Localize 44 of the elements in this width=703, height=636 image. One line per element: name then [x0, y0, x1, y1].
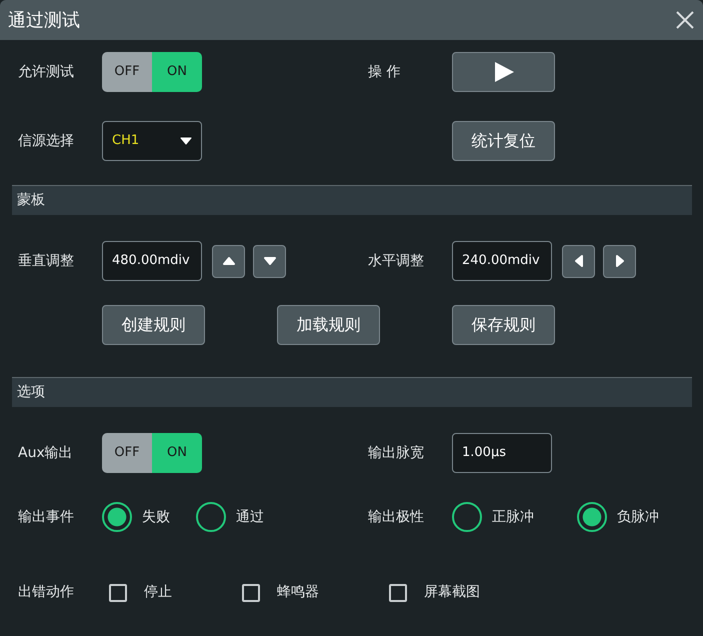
section-header: 蒙板: [12, 186, 692, 215]
field-label: 操 作: [368, 62, 400, 82]
field-label: 允许测试: [18, 62, 74, 82]
radio-label: 负脉冲: [617, 508, 659, 526]
radio-button[interactable]: [196, 502, 226, 532]
caret-icon: [180, 137, 192, 145]
checkbox[interactable]: [389, 584, 407, 602]
field-label: 输出脉宽: [368, 444, 424, 462]
field-label: 垂直调整: [18, 252, 74, 270]
radio-button[interactable]: [102, 502, 132, 532]
section-header: 选项: [12, 378, 692, 407]
field-label: 输出事件: [18, 508, 74, 526]
checkbox-label: 蜂鸣器: [277, 583, 319, 602]
close-button[interactable]: [675, 10, 695, 30]
radio-label: 失败: [142, 508, 170, 526]
play-icon: [492, 61, 514, 83]
rule-button[interactable]: 保存规则: [452, 305, 555, 345]
rule-button[interactable]: 加载规则: [277, 305, 380, 345]
reset-button[interactable]: 统计复位: [452, 121, 555, 161]
close-icon: [675, 10, 695, 30]
left-button[interactable]: [562, 244, 595, 278]
field-label: 输出极性: [368, 508, 424, 526]
play-button[interactable]: [452, 52, 555, 92]
field-label: 信源选择: [18, 132, 74, 150]
field-label: Aux输出: [18, 444, 73, 462]
up-button[interactable]: [212, 244, 245, 278]
right-button[interactable]: [603, 244, 636, 278]
input-field[interactable]: 240.00mdiv: [452, 241, 552, 281]
field-label: 出错动作: [18, 583, 75, 602]
checkbox[interactable]: [242, 584, 260, 602]
dropdown[interactable]: CH1: [102, 121, 202, 161]
field-label: 水平调整: [368, 252, 424, 270]
radio-button[interactable]: [452, 502, 482, 532]
checkbox-label: 停止: [144, 583, 172, 602]
input-field[interactable]: 1.00μs: [452, 433, 552, 473]
input-field[interactable]: 480.00mdiv: [102, 241, 202, 281]
radio-label: 通过: [236, 508, 264, 526]
checkbox-label: 屏幕截图: [424, 583, 480, 602]
checkbox[interactable]: [109, 584, 127, 602]
rule-button[interactable]: 创建规则: [102, 305, 205, 345]
down-button[interactable]: [253, 244, 286, 278]
radio-label: 正脉冲: [492, 508, 534, 526]
window-title: 通过测试: [8, 8, 80, 32]
radio-button[interactable]: [577, 502, 607, 532]
